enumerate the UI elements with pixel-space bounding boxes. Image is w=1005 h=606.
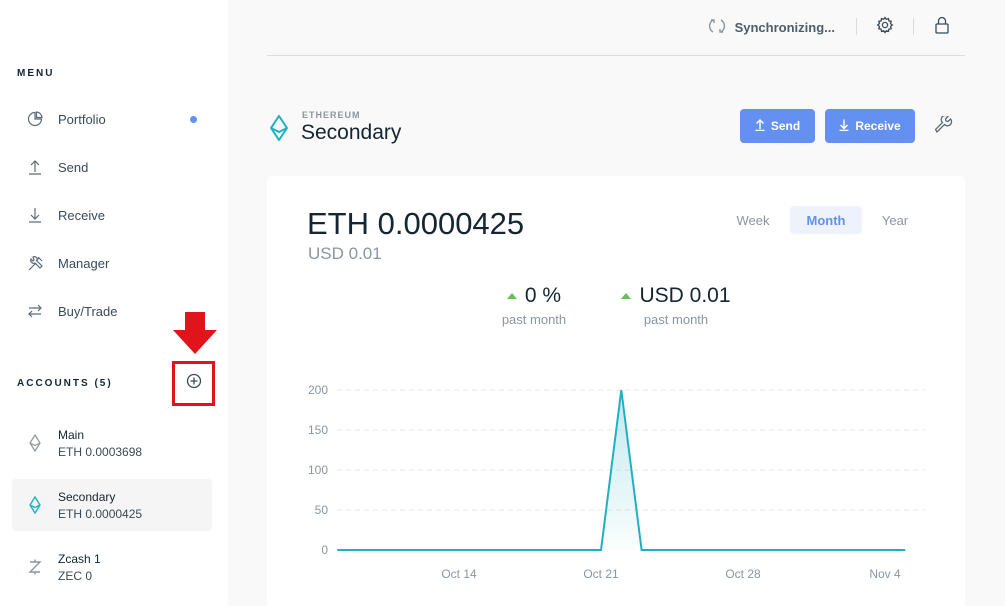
crypto-balance: ETH 0.0000425	[307, 206, 525, 241]
accounts-label: ACCOUNTS (5)	[17, 378, 113, 389]
send-button[interactable]: Send	[740, 109, 815, 143]
arrow-down-icon	[25, 205, 45, 225]
sidebar-item-portfolio[interactable]: Portfolio	[12, 101, 212, 137]
x-tick-label: Nov 4	[869, 567, 901, 581]
add-account-button[interactable]	[172, 361, 215, 406]
sidebar-item-label: Manager	[58, 255, 110, 271]
caret-up-icon	[506, 293, 517, 299]
sidebar-item-label: Send	[58, 159, 89, 175]
x-tick-label: Oct 28	[725, 567, 761, 581]
sidebar-item-receive[interactable]: Receive	[12, 197, 212, 233]
balance-chart: 0 50 100 150 200 Oct 14 Oct 21 Oct 28 Nov 4	[308, 383, 925, 581]
receive-label: Receive	[855, 119, 901, 133]
send-label: Send	[770, 119, 801, 133]
swap-icon	[25, 301, 45, 321]
account-balance: ETH 0.0003698	[58, 444, 143, 459]
receive-button[interactable]: Receive	[825, 109, 915, 143]
account-item-zcash[interactable]: Zcash 1 ZEC 0	[12, 541, 212, 593]
gear-icon	[876, 15, 894, 39]
account-name: Secondary	[58, 489, 116, 504]
ethereum-icon	[269, 114, 289, 146]
fiat-balance: USD 0.01	[308, 244, 382, 263]
y-tick-label: 0	[321, 543, 328, 557]
arrow-down-icon	[839, 119, 855, 134]
topbar: Synchronizing...	[267, 0, 965, 56]
sidebar-item-send[interactable]: Send	[12, 149, 212, 185]
menu-label: MENU	[17, 68, 55, 79]
lock-icon	[934, 16, 950, 39]
arrow-up-icon	[25, 157, 45, 177]
account-item-main[interactable]: Main ETH 0.0003698	[12, 417, 212, 469]
lock-button[interactable]	[932, 16, 952, 39]
notification-dot	[190, 115, 197, 123]
sidebar-item-label: Receive	[58, 207, 105, 223]
sync-status: Synchronizing...	[708, 18, 835, 37]
account-name: Zcash 1	[58, 551, 101, 566]
wrench-icon	[934, 114, 953, 139]
caret-up-icon	[621, 293, 632, 299]
account-settings-button[interactable]	[933, 114, 955, 139]
sidebar: MENU Portfolio Send Receive Manager Buy/…	[0, 0, 228, 606]
divider	[913, 18, 914, 35]
range-week-tab[interactable]: Week	[725, 206, 781, 234]
y-tick-label: 200	[308, 383, 328, 397]
sidebar-item-label: Buy/Trade	[58, 303, 118, 319]
tools-icon	[25, 253, 45, 273]
fiat-change-caption: past month	[643, 312, 709, 327]
percent-change: 0 % past month	[489, 284, 579, 327]
sidebar-item-manager[interactable]: Manager	[12, 245, 212, 281]
ethereum-icon	[25, 496, 45, 514]
x-tick-label: Oct 14	[441, 567, 477, 581]
sync-label: Synchronizing...	[734, 20, 835, 35]
percent-caption: past month	[501, 312, 567, 327]
account-name: Main	[58, 427, 85, 442]
arrow-up-icon	[755, 118, 771, 134]
account-currency-label: ETHEREUM	[302, 110, 361, 120]
account-balance: ZEC 0	[58, 568, 93, 583]
settings-button[interactable]	[875, 15, 895, 39]
y-tick-label: 150	[308, 423, 328, 437]
fiat-change: USD 0.01 past month	[613, 284, 739, 327]
sidebar-item-label: Portfolio	[58, 111, 106, 127]
range-year-tab[interactable]: Year	[871, 206, 919, 234]
y-tick-label: 100	[308, 463, 328, 477]
fiat-change-value: USD 0.01	[639, 284, 731, 307]
plus-circle-icon	[186, 373, 202, 394]
ethereum-icon	[25, 434, 45, 452]
zcash-icon	[25, 559, 45, 575]
percent-value: 0 %	[524, 284, 562, 307]
account-balance: ETH 0.0000425	[58, 506, 143, 521]
range-month-tab[interactable]: Month	[790, 206, 862, 234]
pie-chart-icon	[25, 109, 45, 129]
red-arrow-annotation	[173, 312, 217, 354]
divider	[856, 18, 857, 35]
y-tick-label: 50	[315, 503, 329, 517]
account-title: Secondary	[301, 121, 402, 144]
sync-icon	[708, 18, 735, 37]
account-item-secondary[interactable]: Secondary ETH 0.0000425	[12, 479, 212, 531]
x-tick-label: Oct 21	[583, 567, 619, 581]
